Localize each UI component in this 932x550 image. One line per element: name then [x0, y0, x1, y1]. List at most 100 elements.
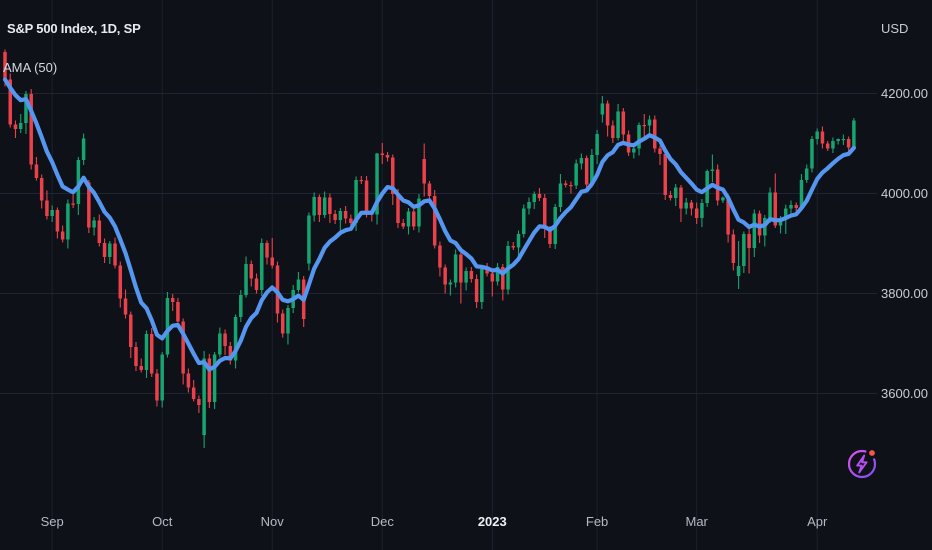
- price-tick-label: 4200.00: [881, 86, 928, 101]
- chart-legend: S&P 500 Index, 1D, SP AMA (50): [3, 21, 141, 75]
- notification-dot: [866, 447, 878, 459]
- candle: [474, 274, 479, 308]
- boost-button[interactable]: [843, 444, 881, 482]
- candle: [223, 329, 227, 355]
- candle: [679, 185, 683, 222]
- candle: [118, 261, 123, 308]
- time-tick-label: Apr: [807, 514, 828, 529]
- candle: [700, 199, 704, 227]
- candle: [244, 256, 248, 298]
- candle: [265, 240, 269, 265]
- candle: [542, 194, 547, 238]
- candle: [563, 180, 568, 188]
- candle: [55, 207, 60, 239]
- candle: [789, 200, 793, 215]
- candle: [191, 380, 196, 402]
- candle: [464, 267, 468, 291]
- indicator-label[interactable]: AMA (50): [3, 60, 141, 75]
- candle: [453, 249, 458, 288]
- candle: [50, 205, 54, 222]
- candle: [815, 128, 819, 145]
- candle: [155, 369, 159, 407]
- candle: [611, 120, 615, 143]
- candle: [658, 145, 662, 165]
- candle: [653, 115, 657, 153]
- candle: [149, 328, 154, 377]
- candle: [186, 368, 191, 393]
- candle: [841, 134, 846, 145]
- currency-label: USD: [881, 21, 909, 36]
- candle: [81, 133, 86, 165]
- price-tick-label: 3800.00: [881, 286, 928, 301]
- vertical-gridlines: [51, 0, 818, 550]
- candle: [747, 228, 751, 274]
- candle: [752, 209, 757, 257]
- price-chart-pane[interactable]: 4200.00 4000.00 3800.00 3600.00 Sep Oct Nov De…: [0, 0, 932, 550]
- candle: [721, 196, 725, 203]
- time-axis[interactable]: Sep Oct Nov Dec 2023 Feb Mar Apr: [41, 514, 828, 529]
- candle: [113, 237, 117, 269]
- candle: [422, 143, 426, 197]
- candle: [144, 330, 149, 378]
- candle: [569, 181, 573, 194]
- candle: [60, 225, 65, 243]
- candle: [260, 238, 264, 296]
- time-tick-label: Mar: [686, 514, 709, 529]
- candle: [820, 126, 825, 149]
- candle: [621, 108, 626, 143]
- candle: [490, 269, 495, 297]
- candle: [134, 342, 138, 371]
- candle: [280, 309, 285, 338]
- candle: [495, 263, 500, 286]
- candle: [742, 231, 746, 273]
- candle: [239, 290, 243, 322]
- candle: [605, 100, 610, 137]
- candle: [249, 260, 254, 287]
- candle: [375, 153, 379, 225]
- candle: [694, 202, 699, 224]
- candle: [102, 238, 107, 263]
- candle: [511, 242, 516, 250]
- candle: [600, 96, 605, 123]
- candle: [443, 264, 447, 294]
- chart-window: { "legend": { "symbol_title": "S&P 500 I…: [0, 0, 932, 550]
- candle: [66, 199, 70, 249]
- candle: [391, 154, 395, 205]
- candle: [684, 198, 688, 215]
- candle: [527, 197, 531, 215]
- candle: [13, 120, 18, 138]
- candle: [411, 207, 416, 230]
- time-tick-label: Oct: [152, 514, 173, 529]
- candle: [286, 305, 290, 345]
- candle: [532, 191, 536, 209]
- candle: [312, 192, 316, 222]
- symbol-title[interactable]: S&P 500 Index, 1D, SP: [7, 21, 141, 36]
- candle: [139, 358, 143, 373]
- candle: [616, 104, 620, 141]
- candle: [359, 176, 364, 184]
- candle: [710, 154, 715, 182]
- candle: [438, 241, 442, 277]
- candle: [401, 219, 405, 229]
- price-tick-label: 4000.00: [881, 186, 928, 201]
- candle: [8, 73, 12, 128]
- candle: [595, 130, 599, 164]
- candle: [212, 352, 217, 409]
- time-tick-label: Feb: [586, 514, 608, 529]
- candle: [804, 164, 809, 183]
- candle: [432, 190, 437, 249]
- candle: [176, 298, 180, 326]
- candle: [852, 118, 856, 151]
- time-tick-label: Sep: [41, 514, 64, 529]
- candle: [29, 89, 33, 170]
- candle: [406, 208, 411, 235]
- candles-series: [3, 49, 856, 448]
- price-axis[interactable]: 4200.00 4000.00 3800.00 3600.00: [881, 86, 928, 401]
- time-tick-label: Nov: [261, 514, 285, 529]
- candle: [207, 354, 212, 408]
- time-tick-label: Dec: [371, 514, 395, 529]
- candle: [831, 137, 835, 153]
- candle: [480, 266, 484, 309]
- candle: [810, 136, 814, 173]
- candle: [689, 200, 694, 216]
